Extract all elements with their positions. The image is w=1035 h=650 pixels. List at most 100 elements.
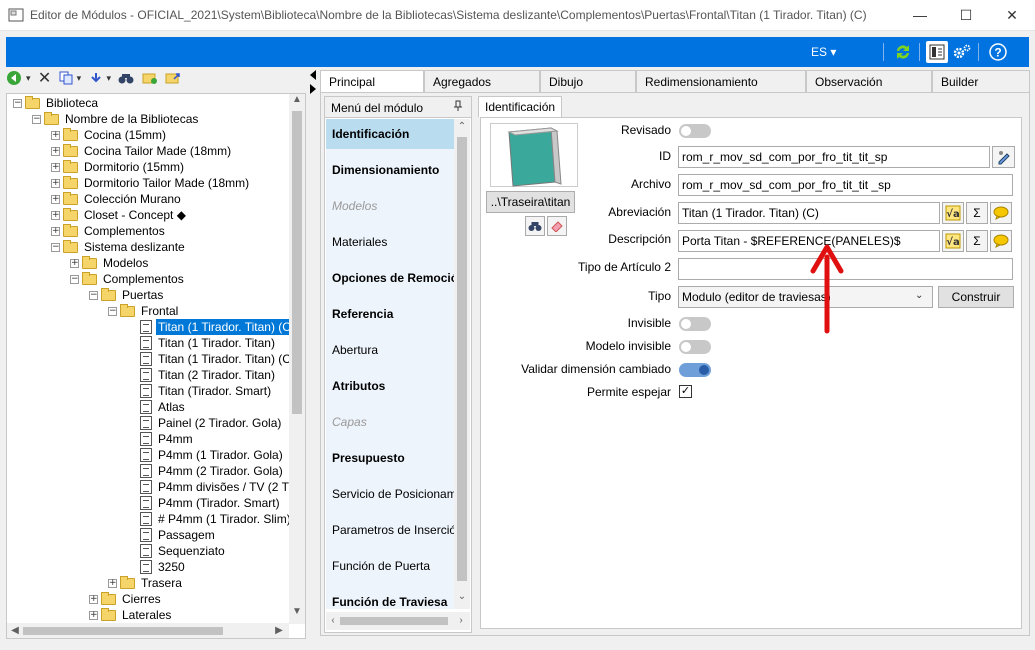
close-button[interactable]: ✕ [989,0,1035,30]
scroll-down-arrow[interactable]: ⌄ [454,591,470,602]
tree-item[interactable]: Titan (2 Tirador. Titan) [128,367,277,383]
panel-splitter[interactable] [307,68,319,98]
chevron-down-icon[interactable]: ▾ [26,68,31,88]
tree-item[interactable]: # P4mm (1 Tirador. Slim) [128,511,293,527]
tree-item[interactable]: + Colección Murano [51,191,183,207]
id-edit-icon[interactable] [992,146,1015,168]
tree-item[interactable]: Painel (2 Tirador. Gola) [128,415,283,431]
tab-redimensionamiento[interactable]: Redimensionamiento [636,70,806,92]
tree-item[interactable]: Titan (1 Tirador. Titan) (C [128,351,293,367]
tree-expander-icon[interactable]: + [89,610,98,620]
scroll-left-arrow[interactable]: ‹ [328,615,338,626]
tree-item[interactable]: P4mm divisões / TV (2 T [128,479,291,495]
tree-item[interactable]: + Dormitorio Tailor Made (18mm) [51,175,251,191]
menu-horizontal-scrollbar[interactable]: ‹ › [326,612,470,630]
menu-item[interactable]: Identificación [326,119,454,149]
tree-expander-icon[interactable]: + [51,178,60,188]
tree-item[interactable]: + Dormitorio (15mm) [51,159,186,175]
tree-item[interactable]: − Frontal [108,303,180,319]
tree-item[interactable]: P4mm (1 Tirador. Gola) [128,447,285,463]
formula-icon[interactable]: √a [942,230,964,252]
tree-expander-icon[interactable]: − [89,290,98,300]
sum-icon[interactable]: Σ [966,202,988,224]
menu-vertical-scrollbar[interactable]: ⌃ ⌄ [454,119,470,609]
menu-item[interactable]: Servicio de Posicionamie [326,479,454,509]
tree-expander-icon[interactable]: + [51,130,60,140]
tree-item[interactable]: P4mm (Tirador. Smart) [128,495,282,511]
tree-expander-icon[interactable]: − [51,242,60,252]
permite-espejar-checkbox[interactable]: ✓ [679,385,692,398]
refresh-icon[interactable] [892,41,914,63]
scroll-thumb[interactable] [23,627,223,635]
tree-item[interactable]: − Biblioteca [13,95,100,111]
panel-layout-icon[interactable] [926,41,948,63]
tree-item[interactable]: P4mm (2 Tirador. Gola) [128,463,285,479]
tree-item[interactable]: − Complementos [70,271,186,287]
chevron-down-icon[interactable]: ▾ [107,68,112,88]
comment-icon[interactable] [990,202,1012,224]
menu-item[interactable]: Presupuesto [326,443,454,473]
revisado-toggle[interactable] [679,124,711,138]
tree-item[interactable]: Atlas [128,399,187,415]
export-icon[interactable] [165,68,181,88]
chevron-down-icon[interactable]: ▾ [77,68,82,88]
language-selector[interactable]: ES ▾ [811,45,836,59]
menu-item[interactable]: Opciones de Remoción [326,263,454,293]
comment-icon[interactable] [990,230,1012,252]
tree-expander-icon[interactable]: + [51,146,60,156]
tree-item[interactable]: − Sistema deslizante [51,239,187,255]
menu-item[interactable]: Capas [326,407,454,437]
tree-expander-icon[interactable]: + [70,258,79,268]
tree-expander-icon[interactable]: − [32,114,41,124]
tree-item[interactable]: Titan (1 Tirador. Titan) [128,335,277,351]
tree-expander-icon[interactable]: + [51,194,60,204]
menu-item[interactable]: Materiales [326,227,454,257]
scroll-right-arrow[interactable]: ▶ [273,625,285,636]
folder-link-icon[interactable] [142,68,158,88]
menu-item[interactable]: Función de Puerta [326,551,454,581]
tree-item[interactable]: + Laterales [89,607,173,623]
tab-agregados[interactable]: Agregados [424,70,540,92]
menu-item[interactable]: Atributos [326,371,454,401]
tree-item[interactable]: 3250 [128,559,187,575]
scroll-right-arrow[interactable]: › [456,615,466,626]
back-icon[interactable] [6,68,22,88]
minimize-button[interactable]: — [897,0,943,30]
id-field[interactable]: rom_r_mov_sd_com_por_fro_tit_tit_sp [678,146,990,168]
tree-item[interactable]: + Cierres [89,591,163,607]
tree-expander-icon[interactable]: − [70,274,79,284]
validar-dimension-toggle[interactable] [679,363,711,377]
tree-expander-icon[interactable]: − [13,98,22,108]
tree-expander-icon[interactable]: + [89,594,98,604]
scroll-down-arrow[interactable]: ▼ [289,606,305,617]
tree-horizontal-scrollbar[interactable]: ◀ ▶ [7,623,289,638]
settings-icon[interactable] [951,41,973,63]
scroll-thumb[interactable] [457,137,467,581]
tab-principal[interactable]: Principal [320,70,424,93]
tree-item[interactable]: Sequenziato [128,543,227,559]
abreviacion-field[interactable]: Titan (1 Tirador. Titan) (C) [678,202,940,224]
tree-item[interactable]: + Cocina (15mm) [51,127,168,143]
tipo-select[interactable]: Modulo (editor de traviesas) ⌄ [678,286,933,308]
tree-item[interactable]: Passagem [128,527,217,543]
tab-dibujo[interactable]: Dibujo [540,70,636,92]
tree-item[interactable]: Titan (1 Tirador. Titan) (C [128,319,293,335]
tree-vertical-scrollbar[interactable]: ▲ ▼ [289,94,305,624]
tipo-articulo-field[interactable] [678,258,1013,280]
tree-item[interactable]: Titan (Tirador. Smart) [128,383,273,399]
tree-expander-icon[interactable]: − [108,306,117,316]
menu-item[interactable]: Referencia [326,299,454,329]
tree-expander-icon[interactable]: + [51,226,60,236]
tree-item[interactable]: − Puertas [89,287,165,303]
menu-item[interactable]: Función de Traviesa [326,587,454,609]
tree-item[interactable]: + Trasera [108,575,184,591]
tree-expander-icon[interactable]: + [51,210,60,220]
maximize-button[interactable]: ☐ [943,0,989,30]
tree-item[interactable]: + Modelos [70,255,150,271]
archivo-field[interactable]: rom_r_mov_sd_com_por_fro_tit_tit _sp [678,174,1013,196]
scroll-left-arrow[interactable]: ◀ [9,625,21,636]
copy-icon[interactable] [59,68,73,88]
tree-item[interactable]: P4mm [128,431,195,447]
invisible-toggle[interactable] [679,317,711,331]
construir-button[interactable]: Construir [938,286,1014,308]
